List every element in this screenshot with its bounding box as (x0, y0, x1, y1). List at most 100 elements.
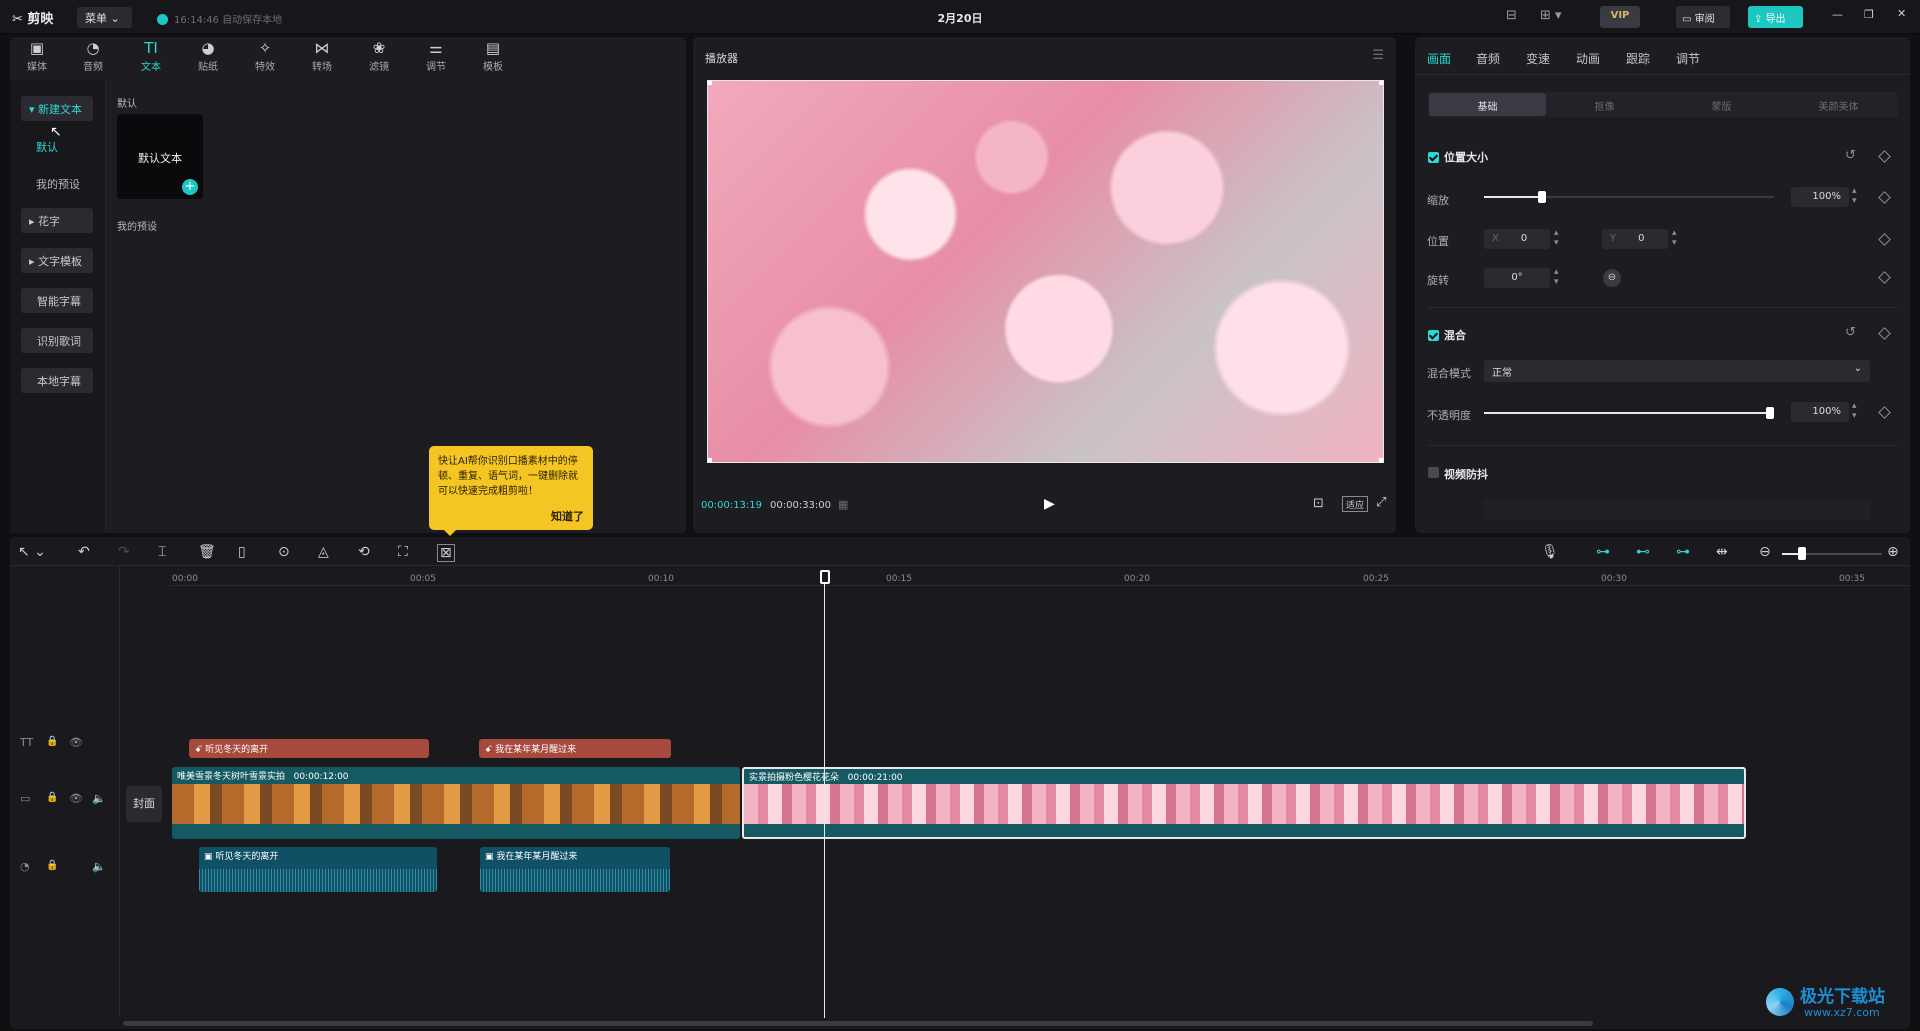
subtab-basic[interactable]: 基础 (1429, 93, 1546, 116)
vip-badge[interactable]: VIP (1600, 6, 1640, 28)
tooltip-dismiss-button[interactable]: 知道了 (551, 509, 584, 524)
crop-icon[interactable]: ⛶ (398, 544, 408, 560)
tool-audio[interactable]: ◔ 音频 (71, 38, 115, 78)
timecode-grid-icon[interactable]: ▦ (838, 498, 848, 511)
zoom-slider-handle[interactable] (1798, 547, 1806, 560)
stabilize-header[interactable]: 视频防抖 (1428, 466, 1488, 482)
rotate-value-field[interactable]: 0° (1484, 268, 1550, 288)
tool-media[interactable]: ▣ 媒体 (15, 38, 59, 78)
mute-icon[interactable]: 🔈 (92, 792, 106, 805)
rotate-dial-icon[interactable]: ⊖ (1603, 269, 1621, 287)
tool-filter[interactable]: ❀ 滤镜 (357, 38, 401, 78)
layout-icon[interactable]: ⊟ (1500, 4, 1523, 26)
mute-icon[interactable]: 🔈 (92, 860, 106, 873)
export-button[interactable]: ⇪ 导出 (1748, 6, 1803, 28)
tool-text[interactable]: TI 文本 (129, 38, 173, 78)
tab-audio[interactable]: 音频 (1476, 50, 1500, 67)
sidebar-new-text[interactable]: ▾ 新建文本 (21, 96, 93, 121)
subtab-matting[interactable]: 抠像 (1546, 93, 1663, 116)
opacity-slider-handle[interactable] (1766, 407, 1774, 419)
crop-handle-bl[interactable] (708, 458, 712, 462)
timeline-scrollbar[interactable] (123, 1021, 1593, 1026)
zoom-slider-track[interactable] (1782, 547, 1882, 560)
play-icon[interactable]: ▶ (1044, 496, 1055, 512)
split-icon[interactable]: ⌶ (158, 544, 166, 560)
sidebar-item-local-subtitle[interactable]: 本地字幕 (21, 368, 93, 393)
zoom-out-icon[interactable]: ⊖ (1759, 544, 1771, 560)
freeze-frame-icon[interactable]: ▯ (238, 544, 246, 560)
cover-button[interactable]: 封面 (126, 786, 162, 822)
snapshot-icon[interactable]: ⊡ (1313, 496, 1324, 511)
close-icon[interactable]: ✕ (1897, 7, 1906, 20)
tool-effects[interactable]: ✧ 特效 (243, 38, 287, 78)
zoom-in-icon[interactable]: ⊕ (1887, 544, 1899, 560)
sidebar-sub-preset[interactable]: 我的预设 (36, 176, 80, 192)
tab-tracking[interactable]: 跟踪 (1626, 50, 1650, 67)
position-y-field[interactable]: Y0 (1602, 229, 1668, 249)
mirror-icon[interactable]: ◬ (318, 544, 329, 560)
fullscreen-icon[interactable]: ⤢ (1376, 495, 1386, 510)
scale-slider-track[interactable] (1484, 191, 1774, 203)
stabilize-checkbox[interactable] (1428, 467, 1439, 478)
text-clip[interactable]: ꗃ 我在某年某月醒过来 (479, 739, 671, 758)
blend-checkbox[interactable] (1428, 330, 1439, 341)
smart-cut-icon[interactable]: ⊠ (437, 544, 455, 562)
tool-transition[interactable]: ⋈ 转场 (300, 38, 344, 78)
lock-icon[interactable]: 🔒 (46, 792, 58, 803)
tab-speed[interactable]: 变速 (1526, 50, 1550, 67)
pos-size-checkbox[interactable] (1428, 152, 1439, 163)
delete-icon[interactable]: 🗑 (198, 544, 216, 560)
tool-template[interactable]: ▤ 模板 (471, 38, 515, 78)
tab-animation[interactable]: 动画 (1576, 50, 1600, 67)
add-icon[interactable]: + (182, 179, 198, 195)
microphone-icon[interactable]: 🎙 (1541, 544, 1559, 560)
rotate-stepper-icon[interactable]: ▴ ▾ (1554, 267, 1559, 287)
lock-icon[interactable]: 🔒 (46, 736, 58, 747)
linkage-icon[interactable]: ⊶ (1676, 544, 1690, 560)
main-track-magnet-icon[interactable]: ⊶ (1596, 544, 1610, 560)
reset-icon[interactable]: ↺ (1845, 325, 1856, 340)
scale-stepper-icon[interactable]: ▴ ▾ (1852, 186, 1857, 206)
undo-icon[interactable]: ↶ (78, 544, 90, 560)
video-clip-selected[interactable]: 实景拍摄粉色樱花花朵 00:00:21:00 (742, 767, 1746, 839)
visibility-icon[interactable]: 👁 (69, 736, 83, 749)
video-preview[interactable] (707, 80, 1384, 463)
reverse-icon[interactable]: ⊙ (278, 544, 290, 560)
scale-value-field[interactable]: 100% (1791, 187, 1849, 207)
playhead-handle[interactable] (820, 570, 830, 584)
audio-clip[interactable]: ▣ 听见冬天的离开 (199, 847, 437, 892)
tab-picture[interactable]: 画面 (1427, 50, 1451, 67)
auto-snap-icon[interactable]: ⊷ (1636, 544, 1650, 560)
scale-slider-handle[interactable] (1538, 191, 1546, 203)
crop-handle-tl[interactable] (708, 81, 712, 85)
lock-icon[interactable]: 🔒 (46, 860, 58, 871)
x-stepper-icon[interactable]: ▴ ▾ (1554, 228, 1559, 248)
opacity-value-field[interactable]: 100% (1791, 402, 1849, 422)
crop-handle-br[interactable] (1379, 458, 1383, 462)
sidebar-sub-default[interactable]: 默认 (36, 139, 58, 155)
tool-adjust[interactable]: ⚌ 调节 (414, 38, 458, 78)
y-stepper-icon[interactable]: ▴ ▾ (1672, 228, 1677, 248)
default-text-card[interactable]: 默认文本 + (117, 114, 203, 199)
review-button[interactable]: ▭ 审阅 (1676, 6, 1730, 28)
subtab-mask[interactable]: 蒙版 (1663, 93, 1780, 116)
fit-ratio-button[interactable]: 适应 (1342, 496, 1369, 512)
audio-clip[interactable]: ▣ 我在某年某月醒过来 (480, 847, 670, 892)
crop-handle-tr[interactable] (1379, 81, 1383, 85)
restore-icon[interactable]: ❐ (1864, 8, 1874, 21)
text-clip[interactable]: ꗃ 听见冬天的离开 (189, 739, 429, 758)
select-tool-icon[interactable]: ↖ ⌄ (18, 544, 46, 560)
opacity-slider-track[interactable] (1484, 407, 1774, 419)
sidebar-item-smart-subtitle[interactable]: 智能字幕 (21, 288, 93, 313)
sidebar-item-text-template[interactable]: ▸ 文字模板 (21, 248, 93, 273)
position-x-field[interactable]: X0 (1484, 229, 1550, 249)
minimize-icon[interactable]: — (1832, 8, 1843, 21)
pos-size-header[interactable]: 位置大小 (1428, 149, 1488, 165)
subtab-beauty[interactable]: 美颜美体 (1780, 93, 1897, 116)
sidebar-item-lyrics[interactable]: 识别歌词 (21, 328, 93, 353)
reset-icon[interactable]: ↺ (1845, 148, 1856, 163)
sidebar-item-flower-text[interactable]: ▸ 花字 (21, 208, 93, 233)
opacity-stepper-icon[interactable]: ▴ ▾ (1852, 401, 1857, 421)
preview-axis-icon[interactable]: ⇹ (1716, 544, 1728, 560)
blend-header[interactable]: 混合 (1428, 327, 1466, 343)
